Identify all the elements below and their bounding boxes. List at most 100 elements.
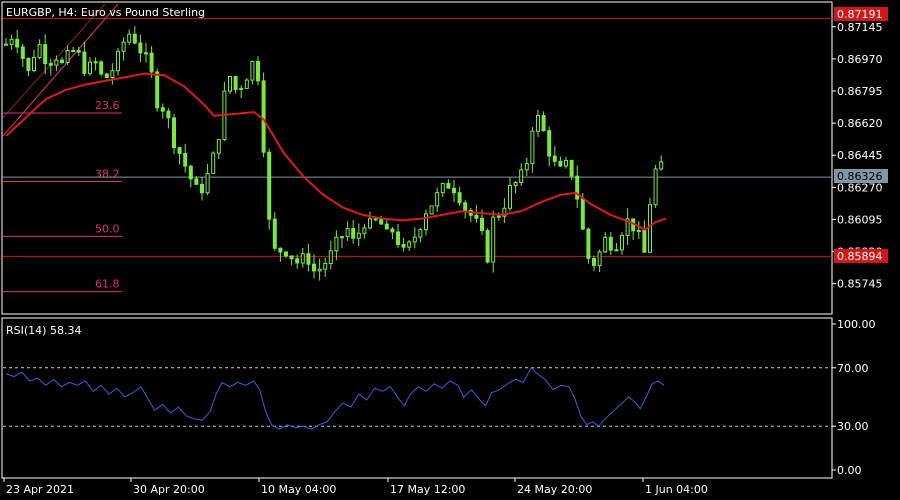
candle-body bbox=[9, 38, 14, 45]
trading-chart-canvas[interactable]: 23.6 38.2 50.0 61.8 0.87145 0.86970 0.86795 0.… bbox=[0, 0, 900, 500]
candle-body bbox=[60, 59, 64, 63]
candle-body bbox=[412, 236, 417, 243]
candle-body bbox=[82, 51, 87, 74]
candle-body bbox=[586, 228, 591, 259]
candle-body bbox=[88, 61, 92, 74]
candle-body bbox=[396, 231, 400, 245]
candle-body bbox=[592, 257, 596, 267]
candle-body bbox=[20, 46, 25, 59]
fib-label-50-0: 50.0 bbox=[95, 222, 120, 235]
candle-body bbox=[306, 253, 311, 265]
candle-body bbox=[138, 42, 143, 54]
candle-body bbox=[536, 115, 540, 132]
candle-body bbox=[446, 183, 451, 189]
candle-body bbox=[328, 250, 333, 264]
candle-body bbox=[508, 185, 512, 209]
price-tick-label: 0.86095 bbox=[837, 213, 883, 226]
candle-body bbox=[407, 241, 412, 248]
candle bbox=[485, 228, 490, 264]
candle-body bbox=[200, 183, 204, 194]
candle-body bbox=[48, 63, 53, 66]
candle-body bbox=[256, 60, 260, 82]
time-tick-label: 17 May 12:00 bbox=[390, 483, 465, 496]
candle-body bbox=[160, 107, 165, 112]
candle-body bbox=[132, 33, 137, 44]
candle-body bbox=[334, 236, 339, 252]
price-tick-label: 0.86270 bbox=[837, 181, 883, 194]
time-tick-label: 23 Apr 2021 bbox=[6, 483, 74, 496]
price-tick-label: 0.85745 bbox=[837, 278, 883, 291]
candle bbox=[586, 227, 591, 264]
candle-body bbox=[648, 204, 652, 253]
candle-body bbox=[463, 202, 468, 212]
candle-body bbox=[659, 161, 664, 170]
price-tick-label: 0.87145 bbox=[837, 21, 883, 34]
candle-body bbox=[608, 236, 613, 251]
candle-body bbox=[323, 262, 328, 270]
fib-label-23-6: 23.6 bbox=[95, 99, 120, 112]
candle-body bbox=[614, 249, 619, 252]
candle-body bbox=[317, 268, 322, 272]
price-tick-label: 0.86445 bbox=[837, 149, 883, 162]
time-tick-label: 1 Jun 04:00 bbox=[645, 483, 708, 496]
candle-body bbox=[32, 56, 36, 72]
candle-body bbox=[172, 117, 176, 149]
candle-body bbox=[541, 115, 546, 132]
candle-body bbox=[239, 87, 244, 91]
candle-body bbox=[188, 165, 193, 180]
candle-body bbox=[491, 216, 496, 263]
fib-label-38-2: 38.2 bbox=[95, 167, 120, 180]
time-tick-label: 30 Apr 20:00 bbox=[133, 483, 205, 496]
candle-body bbox=[127, 33, 132, 43]
candle-body bbox=[362, 227, 367, 234]
chart-title: EURGBP, H4: Euro vs Pound Sterling bbox=[6, 6, 205, 19]
price-tick-label: 0.86970 bbox=[837, 53, 883, 66]
candle-body bbox=[653, 168, 658, 206]
candle-body bbox=[76, 50, 81, 53]
candle bbox=[267, 148, 272, 230]
candle-body bbox=[211, 152, 216, 174]
candle-body bbox=[356, 232, 361, 239]
candle-body bbox=[564, 159, 568, 167]
candle-body bbox=[457, 192, 462, 204]
candle-body bbox=[284, 251, 288, 257]
candle-body bbox=[424, 213, 428, 231]
candle-body bbox=[452, 187, 456, 194]
candle-body bbox=[435, 192, 440, 207]
fib-label-61-8: 61.8 bbox=[95, 278, 120, 291]
time-tick-label: 24 May 20:00 bbox=[517, 483, 592, 496]
candle-body bbox=[496, 215, 501, 218]
candle-body bbox=[295, 258, 300, 264]
candle-body bbox=[474, 214, 479, 219]
candle-body bbox=[289, 255, 294, 260]
candle-body bbox=[250, 60, 255, 81]
candle-body bbox=[144, 52, 148, 55]
candle bbox=[222, 81, 227, 142]
rsi-tick-label: 30.00 bbox=[837, 420, 869, 433]
candle-body bbox=[166, 110, 171, 119]
candle bbox=[99, 60, 104, 77]
price-tag-bid-text: 0.86326 bbox=[837, 170, 883, 183]
candle-body bbox=[15, 38, 20, 48]
candle-body bbox=[177, 147, 182, 154]
candle-body bbox=[569, 159, 574, 177]
candle-body bbox=[580, 198, 585, 230]
candle-body bbox=[390, 228, 395, 233]
price-tag-bottom: 0.85894 bbox=[834, 249, 888, 263]
candle-body bbox=[110, 70, 115, 78]
candle-body bbox=[54, 59, 59, 66]
candle-body bbox=[524, 163, 529, 171]
candle-body bbox=[233, 76, 238, 91]
candle bbox=[104, 72, 109, 78]
candle-body bbox=[272, 218, 277, 249]
candle-body bbox=[216, 139, 221, 154]
candle-body bbox=[513, 181, 518, 187]
candle-body bbox=[345, 227, 350, 238]
price-tag-bottom-text: 0.85894 bbox=[837, 250, 883, 263]
candle-body bbox=[480, 217, 484, 232]
candle-body bbox=[547, 130, 552, 157]
candle-body bbox=[530, 130, 535, 165]
candle-body bbox=[603, 236, 608, 253]
candle bbox=[261, 72, 266, 158]
candle-body bbox=[597, 251, 602, 267]
